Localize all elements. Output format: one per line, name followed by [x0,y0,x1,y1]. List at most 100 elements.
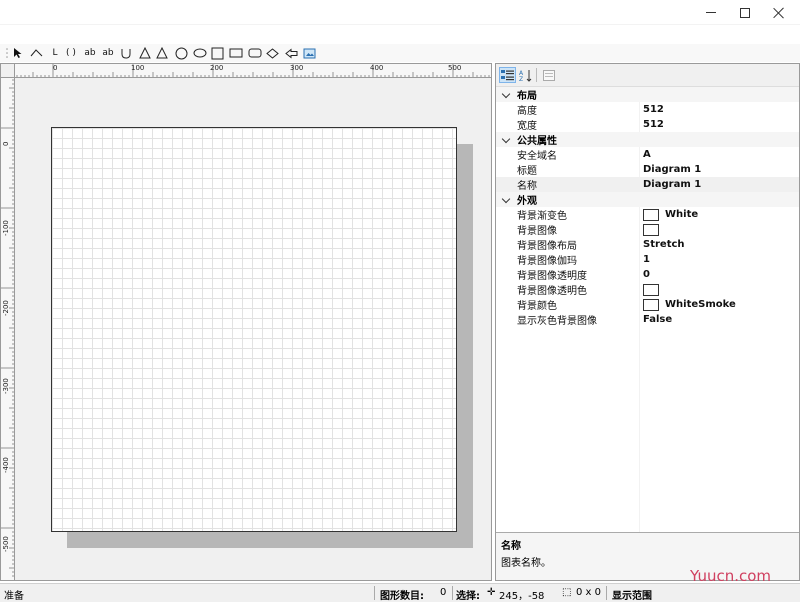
toolbar-separator [536,68,537,82]
property-name: 背景图像透明度 [517,271,587,282]
rectangle-tool[interactable] [228,46,244,60]
status-bar: 准备 图形数目: 0 选择: ✛ 245，-58 ⬚ 0 x 0 显示范围 [0,583,800,602]
ellipse-icon [193,48,207,58]
property-value[interactable]: False [643,314,672,325]
maximize-button[interactable] [728,0,761,25]
toolbar-grip-icon [4,46,10,60]
category-layout[interactable]: 布局 [496,87,799,102]
property-row[interactable]: 标题 Diagram 1 [496,162,799,177]
property-value[interactable]: Diagram 1 [643,164,701,175]
property-name: 背景图像布局 [517,241,577,252]
property-row[interactable]: 安全域名 A [496,147,799,162]
circle-tool[interactable] [174,46,188,60]
ruler-corner [1,64,15,78]
property-value[interactable]: 512 [643,119,664,130]
textbox-icon: ab [102,48,114,58]
paren-icon: ( ) [66,48,76,58]
hruler-label: 400 [370,64,384,72]
property-row[interactable]: 高度 512 [496,102,799,117]
pointer-icon [14,48,22,58]
property-row[interactable]: 背景图像布局 Stretch [496,237,799,252]
category-common[interactable]: 公共属性 [496,132,799,147]
property-row[interactable]: 背景颜色 WhiteSmoke [496,297,799,312]
collapse-chevron-icon[interactable] [501,90,511,100]
property-value[interactable]: 512 [643,104,664,115]
ellipse-tool[interactable] [192,46,208,60]
category-label: 布局 [517,91,537,102]
vruler-label: 0 [2,141,10,146]
property-name: 背景图像透明色 [517,286,587,297]
rounded-rect-tool[interactable] [247,46,263,60]
property-row[interactable]: 背景图像透明色 [496,282,799,297]
triangle-icon [139,47,151,59]
view-range-label: 显示范围 [612,591,652,602]
square-tool[interactable] [210,46,224,60]
property-value-color[interactable]: WhiteSmoke [643,298,736,311]
cup-icon [121,49,131,59]
property-value[interactable]: Diagram 1 [643,179,701,190]
angle-tool[interactable]: L [49,46,61,60]
polyline-tool[interactable] [29,46,45,60]
color-swatch [643,283,659,296]
rounded-rectangle-icon [248,48,262,58]
category-appearance[interactable]: 外观 [496,192,799,207]
selection-label: 选择: [456,591,480,602]
cup-tool[interactable] [119,46,133,60]
shape-count-label: 图形数目: [380,591,424,602]
arrow-tool[interactable] [284,46,298,60]
hruler-label: 500 [448,64,462,72]
property-value[interactable]: 1 [643,254,650,265]
textbox-tool[interactable]: ab [100,46,116,60]
close-button[interactable] [762,0,795,25]
minimize-button[interactable] [694,0,727,25]
horizontal-ruler: 0 100 200 300 400 500 [15,64,491,78]
image-icon [303,48,315,58]
property-row[interactable]: 背景图像伽玛 1 [496,252,799,267]
property-pages-button[interactable] [540,67,557,83]
property-row[interactable]: 背景图像透明度 0 [496,267,799,282]
text-icon: ab [84,48,96,58]
property-row[interactable]: 背景图像 [496,222,799,237]
pointer-tool[interactable] [11,46,25,60]
property-value[interactable]: Stretch [643,239,685,250]
collapse-chevron-icon[interactable] [501,135,511,145]
svg-text:Z: Z [519,76,523,82]
image-tool[interactable] [302,46,316,60]
category-label: 公共属性 [517,136,557,147]
property-row[interactable]: 背景渐变色 White [496,207,799,222]
property-row[interactable]: 显示灰色背景图像 False [496,312,799,327]
property-row[interactable]: 宽度 512 [496,117,799,132]
collapse-chevron-icon[interactable] [501,195,511,205]
property-value[interactable]: A [643,149,651,160]
property-row-selected[interactable]: 名称 Diagram 1 [496,177,799,192]
vertical-ruler-ticks [1,79,14,577]
property-name: 名称 [517,181,537,192]
triangle-tool[interactable] [138,46,152,60]
selection-size: 0 x 0 [576,587,601,598]
property-value-image[interactable] [643,223,665,236]
paren-tool[interactable]: ( ) [63,46,79,60]
sort-az-icon: AZ [519,69,531,82]
property-value-color[interactable] [643,283,665,296]
diamond-icon [265,47,279,59]
property-name: 标题 [517,166,537,177]
shape-toolbar: L ( ) ab ab [0,44,800,62]
right-triangle-tool[interactable] [155,46,169,60]
cursor-position: 245，-58 [499,591,545,602]
polyline-icon [30,49,43,57]
shape-count-value: 0 [440,587,447,598]
property-value-color[interactable]: White [643,208,698,221]
property-name: 宽度 [517,121,537,132]
text-tool[interactable]: ab [82,46,98,60]
alphabetical-button[interactable]: AZ [517,67,534,83]
title-bar [0,0,800,25]
diamond-tool[interactable] [265,46,279,60]
property-name: 背景颜色 [517,301,557,312]
hruler-label: 300 [290,64,304,72]
move-icon: ✛ [487,587,496,598]
diagram-canvas[interactable] [51,127,457,532]
vruler-label: -100 [2,220,10,236]
property-list: 布局 高度 512 宽度 512 公共属性 安全域名 A 标题 Diagram … [496,87,799,327]
categorized-button[interactable] [499,67,516,83]
property-value[interactable]: 0 [643,269,650,280]
